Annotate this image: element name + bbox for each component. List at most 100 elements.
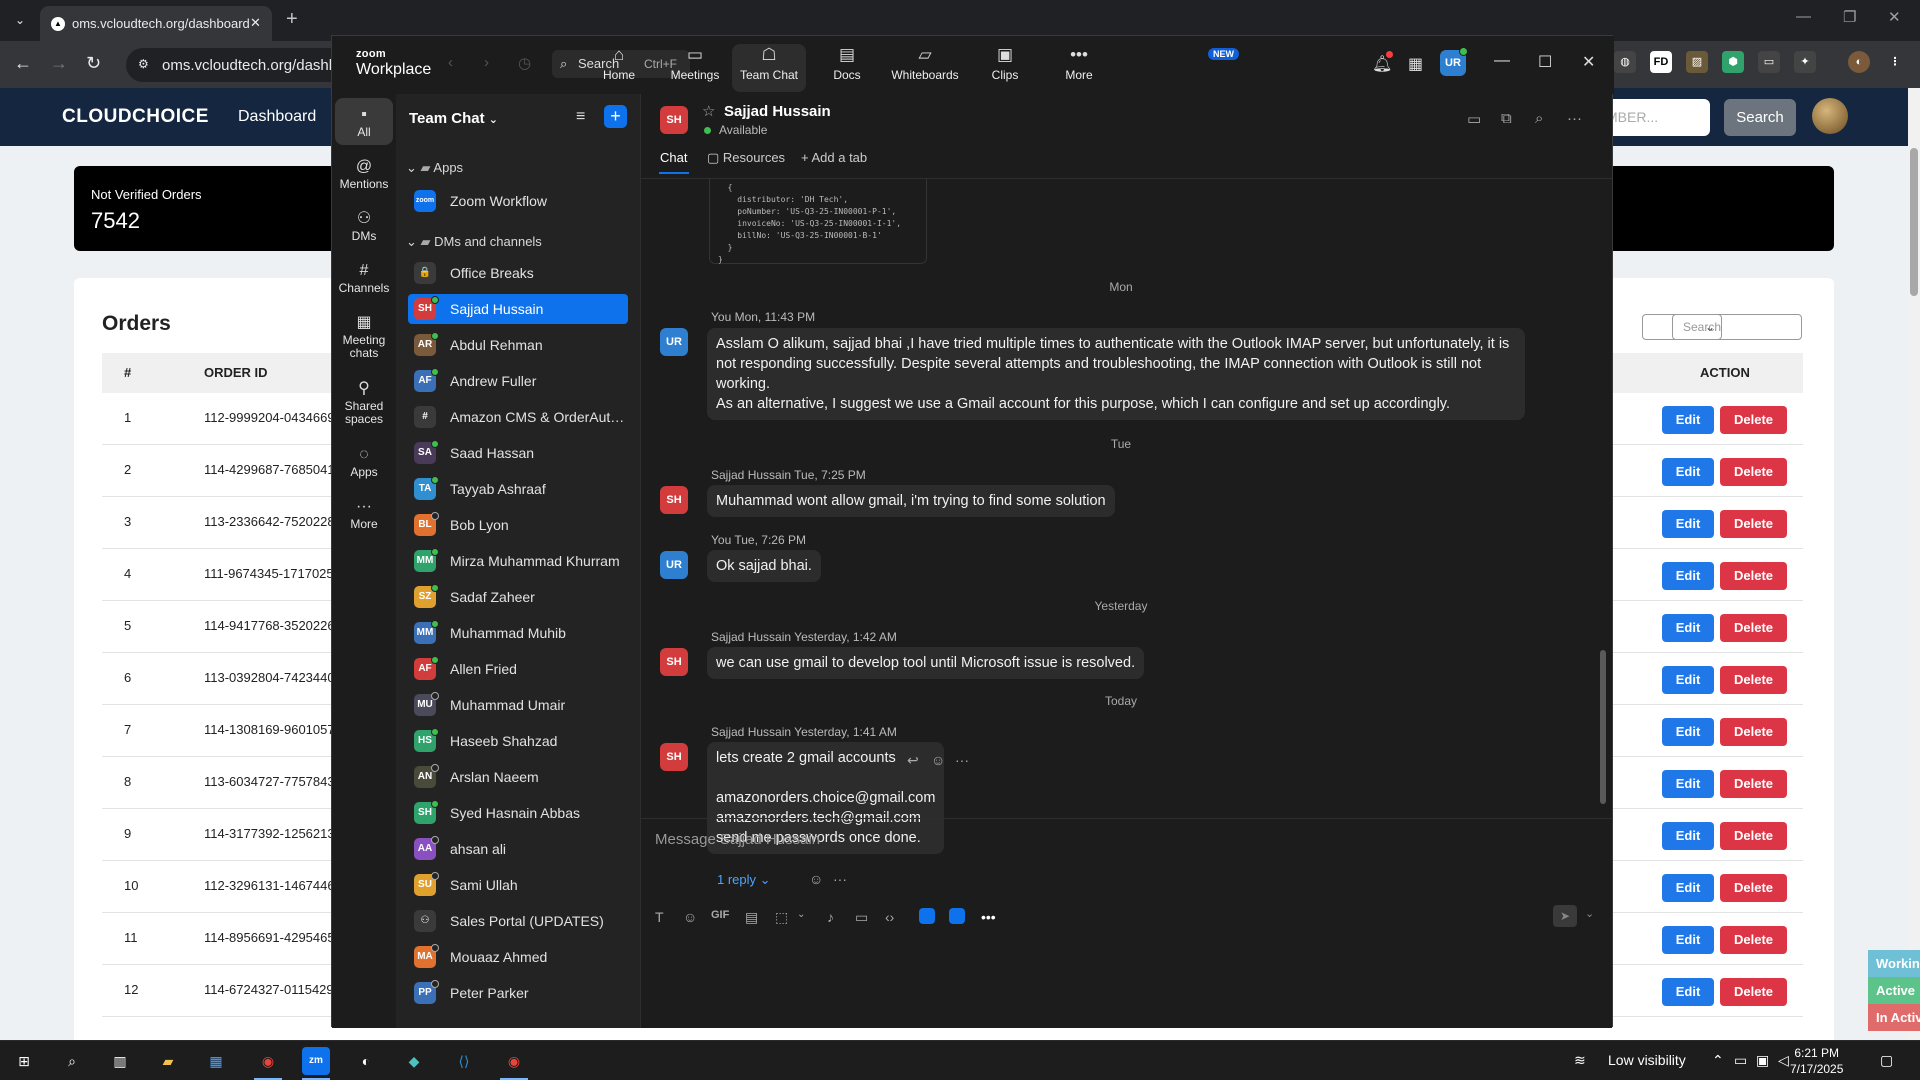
zoom-taskbar-icon[interactable]: zm <box>302 1047 330 1075</box>
list-item[interactable]: AN Arslan Naeem <box>408 762 628 792</box>
edit-button[interactable]: Edit <box>1662 614 1714 642</box>
reply-icon[interactable]: ↩ <box>907 752 919 769</box>
edit-button[interactable]: Edit <box>1662 458 1714 486</box>
more-options-icon[interactable]: ··· <box>1567 110 1582 127</box>
puzzle-extension-icon[interactable]: ✦ <box>1794 51 1816 73</box>
browser-tab[interactable]: ▲ oms.vcloudtech.org/dashboard ✕ <box>40 6 272 41</box>
chat-scrollbar-thumb[interactable] <box>1600 650 1606 804</box>
list-item[interactable]: AR Abdul Rehman <box>408 330 628 360</box>
list-item[interactable]: MU Muhammad Umair <box>408 690 628 720</box>
zoom-close-button[interactable]: ✕ <box>1582 52 1595 72</box>
send-button[interactable]: ➤ <box>1553 905 1577 927</box>
file-explorer-icon[interactable]: ▰ <box>154 1047 182 1075</box>
list-item[interactable]: SA Saad Hassan <box>408 438 628 468</box>
nav-team-chat[interactable]: ☖ Team Chat <box>732 44 806 92</box>
forward-button[interactable]: → <box>50 53 68 74</box>
list-item[interactable]: SZ Sadaf Zaheer <box>408 582 628 612</box>
message-more-icon[interactable]: ··· <box>955 752 969 768</box>
window-minimize-button[interactable]: — <box>1796 8 1811 25</box>
list-item[interactable]: MM Muhammad Muhib <box>408 618 628 648</box>
gif-icon[interactable]: GIF <box>711 909 729 921</box>
edit-button[interactable]: Edit <box>1662 510 1714 538</box>
star-icon[interactable]: ☆ <box>702 102 715 120</box>
battery-icon[interactable]: ▭ <box>1734 1052 1747 1069</box>
window-restore-button[interactable]: ❐ <box>1843 8 1856 26</box>
message-avatar[interactable]: UR <box>660 551 688 579</box>
profile-avatar-icon[interactable]: ◐ <box>1848 51 1870 73</box>
rail-apps[interactable]: ◌ Apps <box>335 438 393 485</box>
page-scrollbar[interactable] <box>1908 88 1920 1046</box>
message-bubble[interactable]: Asslam O alikum, sajjad bhai ,I have tri… <box>707 328 1525 420</box>
reload-button[interactable]: ↻ <box>86 53 101 74</box>
taskbar-search-icon[interactable]: ⌕ <box>58 1047 86 1075</box>
list-item[interactable]: SH Sajjad Hussain <box>408 294 628 324</box>
zoom-forward-icon[interactable]: › <box>484 54 489 71</box>
delete-button[interactable]: Delete <box>1720 978 1787 1006</box>
list-item[interactable]: BL Bob Lyon <box>408 510 628 540</box>
list-item[interactable]: ⚇ Sales Portal (UPDATES) <box>408 906 628 936</box>
app-icon[interactable]: ◆ <box>400 1047 428 1075</box>
user-avatar[interactable] <box>1812 98 1848 134</box>
nav-meetings[interactable]: ▭ Meetings <box>658 44 732 92</box>
tab-add-a-tab[interactable]: + Add a tab <box>801 150 867 165</box>
search-button[interactable]: Search <box>1724 99 1796 136</box>
team-chat-title[interactable]: Team Chat ⌄ <box>409 110 498 127</box>
order-number-search-input[interactable]: MBER... <box>1600 99 1710 136</box>
rail-more[interactable]: ··· More <box>335 490 393 537</box>
message-avatar[interactable]: SH <box>660 743 688 771</box>
table-search-input[interactable]: Search <box>1672 314 1802 340</box>
shield-extension-icon[interactable]: ⬢ <box>1722 51 1744 73</box>
chrome-icon[interactable]: ◉ <box>254 1047 282 1075</box>
new-tab-button[interactable]: + <box>286 8 298 31</box>
message-bubble[interactable]: we can use gmail to develop tool until M… <box>707 647 1145 679</box>
delete-button[interactable]: Delete <box>1720 926 1787 954</box>
vscode-icon[interactable]: ⟨⟩ <box>450 1047 478 1075</box>
section-dms-channels[interactable]: ⌄ ▰ DMs and channels <box>406 234 542 250</box>
delete-button[interactable]: Delete <box>1720 666 1787 694</box>
video-message-icon[interactable]: ▭ <box>855 909 868 926</box>
window-close-button[interactable]: ✕ <box>1888 8 1901 26</box>
chat-search-icon[interactable]: ⌕ <box>1535 110 1543 127</box>
rail-meeting-chats[interactable]: ▦ Meeting chats <box>335 306 393 366</box>
message-bubble[interactable]: Muhammad wont allow gmail, i'm trying to… <box>707 485 1115 517</box>
list-item[interactable]: SU Sami Ullah <box>408 870 628 900</box>
edit-button[interactable]: Edit <box>1662 666 1714 694</box>
rail-all[interactable]: ▪ All <box>335 98 393 145</box>
message-input[interactable]: Message Sajjad Hussain <box>655 831 820 848</box>
fd-extension-icon[interactable]: FD <box>1650 51 1672 73</box>
edit-button[interactable]: Edit <box>1662 562 1714 590</box>
edit-button[interactable]: Edit <box>1662 926 1714 954</box>
delete-button[interactable]: Delete <box>1720 458 1787 486</box>
delete-button[interactable]: Delete <box>1720 510 1787 538</box>
delete-button[interactable]: Delete <box>1720 718 1787 746</box>
delete-button[interactable]: Delete <box>1720 770 1787 798</box>
rail-mentions[interactable]: @ Mentions <box>335 150 393 197</box>
delete-button[interactable]: Delete <box>1720 822 1787 850</box>
more-tools-icon[interactable]: ••• <box>981 909 996 925</box>
chat-contact-name[interactable]: Sajjad Hussain <box>724 103 831 120</box>
list-item[interactable]: # Amazon CMS & OrderAuto... <box>408 402 628 432</box>
chrome-profile-icon[interactable]: ◉ <box>500 1047 528 1075</box>
clock[interactable]: 6:21 PM 7/17/2025 <box>1790 1045 1843 1077</box>
notification-center-icon[interactable]: ▢ <box>1880 1052 1893 1069</box>
list-item[interactable]: MA Mouaaz Ahmed <box>408 942 628 972</box>
file-attach-icon[interactable]: ▤ <box>745 909 758 926</box>
edit-button[interactable]: Edit <box>1662 978 1714 1006</box>
voice-message-icon[interactable]: ♪ <box>827 909 834 925</box>
list-item[interactable]: AF Allen Fried <box>408 654 628 684</box>
message-avatar[interactable]: SH <box>660 486 688 514</box>
rail-shared-spaces[interactable]: ⚲ Shared spaces <box>335 372 393 432</box>
code-snippet-icon[interactable]: ‹› <box>885 909 894 925</box>
tray-overflow-icon[interactable]: ⌃ <box>1712 1052 1724 1069</box>
list-item[interactable]: SH Syed Hasnain Abbas <box>408 798 628 828</box>
list-item[interactable]: 🔒 Office Breaks <box>408 258 628 288</box>
nav-clips[interactable]: ▣ Clips <box>968 44 1042 92</box>
zoom-minimize-button[interactable]: — <box>1494 52 1510 70</box>
new-chat-button[interactable]: + <box>604 105 627 128</box>
nav-dashboard-link[interactable]: Dashboard <box>238 108 316 126</box>
send-options-icon[interactable]: ⌄ <box>1585 907 1594 920</box>
video-call-icon[interactable]: ▭ <box>1467 110 1481 128</box>
windows-start-icon[interactable]: ⊞ <box>10 1047 38 1075</box>
delete-button[interactable]: Delete <box>1720 562 1787 590</box>
app-shortcut-icon[interactable] <box>919 908 935 924</box>
